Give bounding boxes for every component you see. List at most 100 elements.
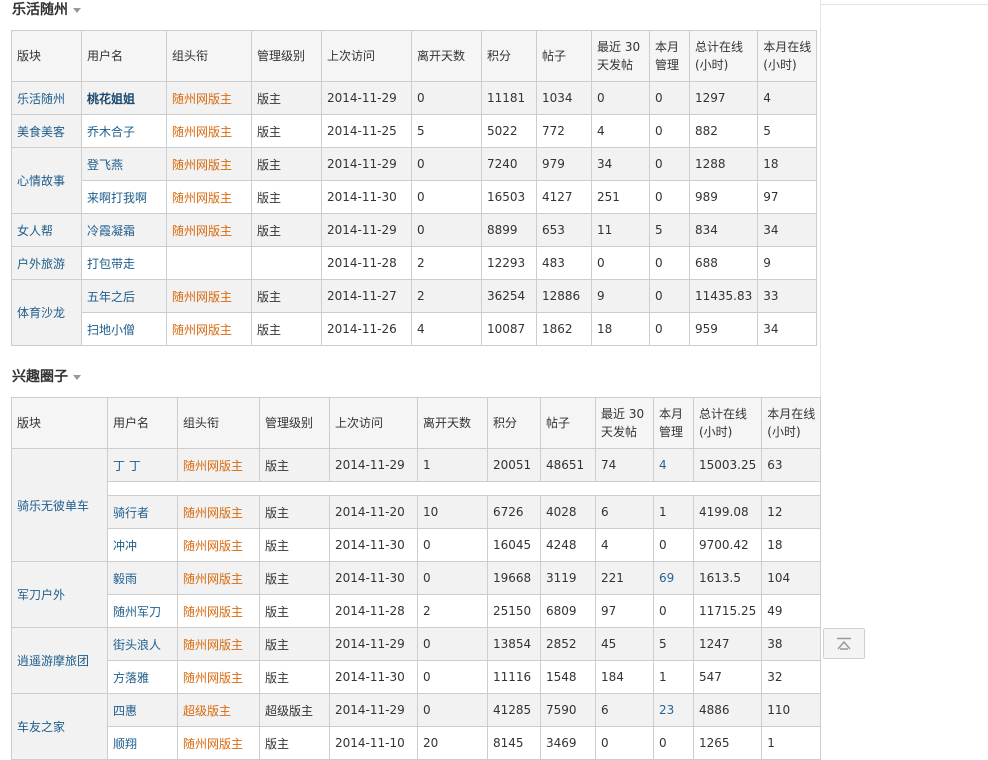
month-manage: 0 [649,312,690,346]
total-online: 9700.42 [692,528,763,562]
username-link[interactable]: 打包带走 [81,246,167,280]
table-row: 乐活随州 桃花姐姐 随州网版主 版主 2014-11-29 0 11181 10… [11,81,818,115]
board-link[interactable]: 体育沙龙 [11,279,82,346]
last-visit: 2014-11-29 [329,448,418,482]
group-title-link[interactable]: 随州网版主 [177,660,260,694]
username-link[interactable]: 顺翔 [107,726,178,760]
days-away: 4 [411,312,482,346]
month-online: 110 [761,693,822,727]
group-title-link[interactable]: 随州网版主 [177,448,260,482]
total-online: 834 [688,213,759,247]
col-header: 用户名 [107,397,178,449]
group-title-link[interactable]: 随州网版主 [177,594,260,628]
board-link[interactable]: 户外旅游 [11,246,82,280]
points: 11181 [481,81,537,115]
username-link[interactable]: 冷霞凝霜 [81,213,167,247]
total-online: 882 [688,114,759,148]
points: 20051 [487,448,541,482]
username-link[interactable]: 扫地小僧 [81,312,167,346]
group-title-link[interactable] [166,246,252,280]
posts: 1548 [540,660,596,694]
board-link[interactable]: 军刀户外 [11,561,108,628]
month-manage: 5 [649,213,690,247]
username-link[interactable]: 桃花姐姐 [81,81,167,115]
section-title-lehuo[interactable]: 乐活随州 [12,0,81,20]
recent-posts: 184 [595,660,654,694]
total-online: 959 [688,312,759,346]
col-header: 管理级别 [251,30,322,82]
month-manage: 0 [653,594,694,628]
points: 12293 [481,246,537,280]
col-header: 组头衔 [177,397,260,449]
username-link[interactable]: 来啊打我啊 [81,180,167,214]
board-link[interactable]: 心情故事 [11,147,82,214]
group-title-link[interactable]: 随州网版主 [166,147,252,181]
group-title-link[interactable]: 随州网版主 [177,495,260,529]
recent-posts: 221 [595,561,654,595]
group-title-link[interactable]: 随州网版主 [166,180,252,214]
col-header: 积分 [487,397,541,449]
admin-level: 版主 [251,81,322,115]
group-title-link[interactable]: 随州网版主 [177,726,260,760]
points: 13854 [487,627,541,661]
board-link[interactable]: 美食美客 [11,114,82,148]
board-link[interactable]: 骑乐无彼单车 [11,448,108,562]
board-link[interactable]: 女人帮 [11,213,82,247]
recent-posts: 18 [591,312,650,346]
group-title-link[interactable]: 随州网版主 [166,81,252,115]
group-title-link[interactable]: 随州网版主 [166,114,252,148]
moderator-table-lehuo: 版块 用户名 组头衔 管理级别 上次访问 离开天数 积分 帖子 最近 30 天发… [11,30,818,346]
month-online: 18 [761,528,822,562]
table-row: 女人帮 冷霞凝霜 随州网版主 版主 2014-11-29 0 8899 653 … [11,213,818,247]
username-link[interactable]: 冲冲 [107,528,178,562]
username-link[interactable]: 街头浪人 [107,627,178,661]
points: 41285 [487,693,541,727]
col-header: 本月管理 [649,30,690,82]
total-online: 688 [688,246,759,280]
caret-down-icon [73,7,81,13]
points: 19668 [487,561,541,595]
month-manage: 0 [653,726,694,760]
username-link[interactable]: 乔木合子 [81,114,167,148]
posts: 653 [536,213,592,247]
username-link[interactable]: 随州军刀 [107,594,178,628]
month-manage: 23 [653,693,694,727]
group-title-link[interactable]: 超级版主 [177,693,260,727]
back-to-top-button[interactable] [823,628,865,659]
group-title-link[interactable]: 随州网版主 [166,279,252,313]
recent-posts: 0 [595,726,654,760]
username-link[interactable]: 骑行者 [107,495,178,529]
username-link[interactable]: 五年之后 [81,279,167,313]
month-online: 9 [757,246,818,280]
posts: 4248 [540,528,596,562]
username-link[interactable]: 毅雨 [107,561,178,595]
username-link[interactable]: 方落雅 [107,660,178,694]
month-manage: 0 [649,147,690,181]
username-link[interactable]: 丁 丁 [107,448,178,482]
section-title-xingqu[interactable]: 兴趣圈子 [12,367,81,387]
admin-level: 版主 [259,594,330,628]
group-title-link[interactable]: 随州网版主 [177,561,260,595]
last-visit: 2014-11-26 [321,312,412,346]
col-header: 最近 30 天发帖 [591,30,650,82]
last-visit: 2014-11-27 [321,279,412,313]
posts: 483 [536,246,592,280]
board-link[interactable]: 乐活随州 [11,81,82,115]
recent-posts: 11 [591,213,650,247]
board-link[interactable]: 逍遥游摩旅团 [11,627,108,694]
last-visit: 2014-11-20 [329,495,418,529]
group-title-link[interactable]: 随州网版主 [166,312,252,346]
group-title-link[interactable]: 随州网版主 [177,528,260,562]
group-title-link[interactable]: 随州网版主 [177,627,260,661]
username-link[interactable]: 登飞燕 [81,147,167,181]
col-header: 离开天数 [417,397,488,449]
recent-posts: 0 [591,81,650,115]
username-link[interactable]: 四惠 [107,693,178,727]
days-away: 0 [417,561,488,595]
admin-level: 版主 [259,726,330,760]
board-link[interactable]: 车友之家 [11,693,108,760]
recent-posts: 97 [595,594,654,628]
col-header: 离开天数 [411,30,482,82]
group-title-link[interactable]: 随州网版主 [166,213,252,247]
points: 6726 [487,495,541,529]
